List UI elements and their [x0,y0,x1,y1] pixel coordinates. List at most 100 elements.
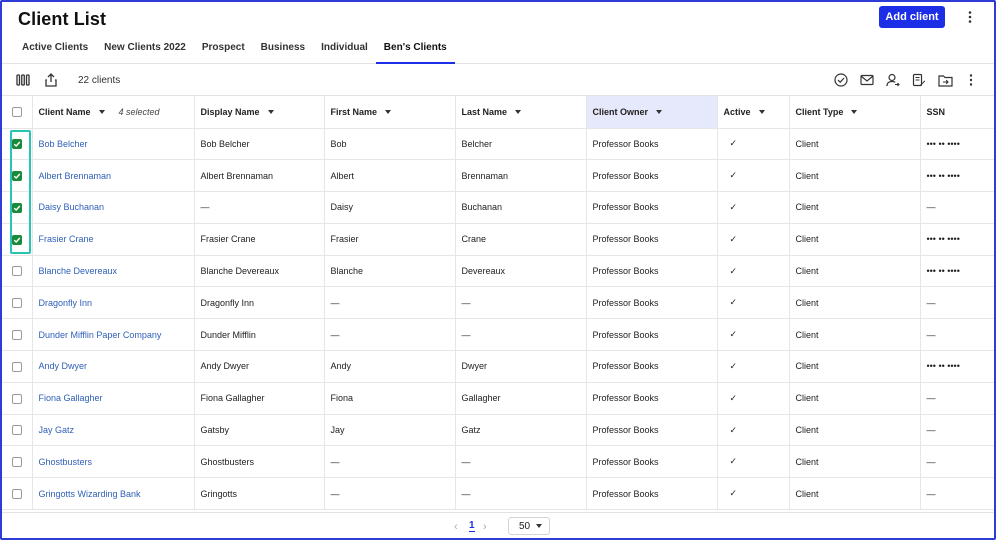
tab-bens-clients[interactable]: Ben's Clients [375,36,455,64]
table-row[interactable]: Frasier Crane Frasier Crane Frasier Crane Pr… [2,223,994,256]
table-row[interactable]: Ghostbusters Ghostbusters — — Professor Book… [2,445,994,479]
row-select-cell [2,318,33,352]
table-row[interactable]: Andy Dwyer Andy Dwyer Andy Dwyer Professor B… [2,350,994,383]
table-row[interactable]: Dragonfly Inn Dragonfly Inn — — Professor Bo… [2,286,994,320]
table-row[interactable]: Fiona Gallagher Fiona Gallagher Fiona Galla… [2,382,994,415]
page-size-select[interactable]: 50 [508,517,550,535]
client-type-cell: Client [789,191,921,224]
mail-icon[interactable] [858,71,876,89]
tab-individual[interactable]: Individual [313,36,376,64]
column-header-client-type[interactable]: Client Type [789,96,921,129]
client-owner-cell: Professor Books [586,382,718,415]
client-name-cell[interactable]: Jay Gatz [32,414,195,447]
client-type-cell: Client [789,382,921,415]
check-circle-icon[interactable] [832,71,850,89]
column-header-ssn[interactable]: SSN [920,96,994,129]
row-checkbox[interactable] [11,266,22,277]
sort-caret-icon[interactable] [267,110,274,115]
last-name-cell: — [455,286,587,320]
row-checkbox[interactable] [11,488,22,499]
table-row[interactable]: Gringotts Wizarding Bank Gringotts — — Profe… [2,477,994,511]
row-checkbox[interactable] [11,139,22,150]
client-name-cell[interactable]: Bob Belcher [32,128,195,161]
next-page-icon[interactable]: › [483,521,487,533]
client-owner-cell: Professor Books [586,191,718,224]
table-row[interactable]: Bob Belcher Bob Belcher Bob Belcher Professo… [2,128,994,161]
sort-caret-icon[interactable] [656,110,663,115]
client-name-cell[interactable]: Daisy Buchanan [32,191,195,224]
client-name-cell[interactable]: Andy Dwyer [32,350,195,383]
row-checkbox[interactable] [11,298,22,309]
kebab-icon[interactable] [962,71,980,89]
display-name-cell: Andy Dwyer [194,350,325,383]
column-header-client-owner[interactable]: Client Owner [586,96,718,129]
ssn-cell: ••• •• •••• [920,159,994,193]
ssn-cell: — [920,318,994,352]
ssn-cell: ••• •• •••• [920,350,994,383]
edit-note-icon[interactable] [910,71,928,89]
select-all-checkbox[interactable] [11,107,22,118]
column-header-first-name[interactable]: First Name [324,96,456,129]
table-row[interactable]: Daisy Buchanan — Daisy Buchanan Professor Bo… [2,191,994,224]
sort-caret-icon[interactable] [98,110,105,115]
more-options-icon[interactable] [962,8,978,26]
column-label: Active [723,106,751,117]
display-name-cell: Fiona Gallagher [194,382,325,415]
client-owner-cell: Professor Books [586,318,718,352]
column-header-client-name[interactable]: Client Name 4 selected [32,96,195,129]
client-name-cell[interactable]: Fiona Gallagher [32,382,195,415]
client-name-cell[interactable]: Frasier Crane [32,223,195,256]
row-select-cell [2,477,33,511]
table-row[interactable]: Jay Gatz Gatsby Jay Gatz Professor Books ✓ Cli… [2,414,994,447]
sort-caret-icon[interactable] [385,110,392,115]
assign-user-icon[interactable] [884,71,902,89]
row-checkbox[interactable] [11,425,22,436]
last-name-cell: Belcher [455,128,587,161]
add-client-button[interactable]: Add client [879,6,945,28]
row-checkbox[interactable] [11,393,22,404]
tab-bar: Active Clients New Clients 2022 Prospect… [14,36,455,64]
move-folder-icon[interactable] [936,71,954,89]
client-name-cell[interactable]: Blanche Devereaux [32,255,195,288]
table-row[interactable]: Dunder Mifflin Paper Company Dunder Miffl… [2,318,994,352]
prev-page-icon[interactable]: ‹ [454,521,458,533]
row-select-cell [2,159,33,193]
sort-caret-icon[interactable] [851,110,858,115]
first-name-cell: — [324,445,456,479]
ssn-cell: — [920,382,994,415]
row-checkbox[interactable] [11,329,22,340]
ssn-cell: — [920,445,994,479]
columns-icon[interactable] [14,71,32,89]
sort-caret-icon[interactable] [758,110,765,115]
client-owner-cell: Professor Books [586,350,718,383]
client-name-cell[interactable]: Ghostbusters [32,445,195,479]
first-name-cell: — [324,318,456,352]
table-row[interactable]: Albert Brennaman Albert Brennaman Albert Br… [2,159,994,193]
column-header-active[interactable]: Active [717,96,790,129]
column-header-display-name[interactable]: Display Name [194,96,325,129]
tab-prospect[interactable]: Prospect [194,36,253,64]
client-owner-cell: Professor Books [586,255,718,288]
row-select-cell [2,128,33,161]
export-icon[interactable] [42,71,60,89]
column-header-last-name[interactable]: Last Name [455,96,587,129]
client-owner-cell: Professor Books [586,445,718,479]
tab-active-clients[interactable]: Active Clients [14,36,96,64]
row-checkbox[interactable] [11,171,22,181]
row-checkbox[interactable] [11,457,22,468]
tab-business[interactable]: Business [253,36,313,64]
client-owner-cell: Professor Books [586,286,718,320]
row-checkbox[interactable] [11,234,22,245]
row-checkbox[interactable] [11,202,22,213]
client-name-cell[interactable]: Dunder Mifflin Paper Company [32,318,195,352]
current-page[interactable]: 1 [469,520,475,532]
table-row[interactable]: Blanche Devereaux Blanche Devereaux Blanch… [2,255,994,288]
client-name-cell[interactable]: Albert Brennaman [32,159,195,193]
ssn-cell: — [920,286,994,320]
client-name-cell[interactable]: Gringotts Wizarding Bank [32,477,195,511]
sort-caret-icon[interactable] [515,110,522,115]
client-name-cell[interactable]: Dragonfly Inn [32,286,195,320]
row-checkbox[interactable] [11,361,22,372]
tab-new-clients-2022[interactable]: New Clients 2022 [96,36,194,64]
first-name-cell: Daisy [324,191,456,224]
